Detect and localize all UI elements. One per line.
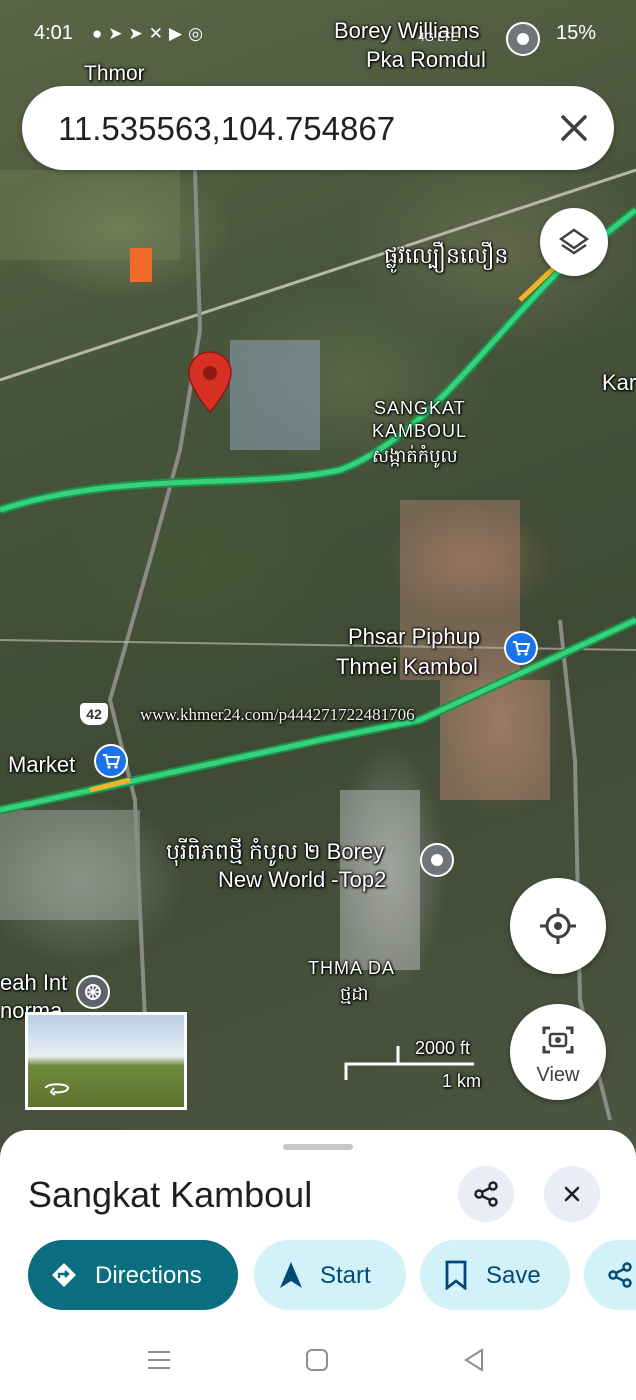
map-label-market: Market <box>8 752 76 777</box>
shopping-cart-icon[interactable] <box>94 744 128 778</box>
notification-icons: ●➤➤✕▶◎ <box>92 24 209 44</box>
telegram-icon: ➤ <box>108 24 129 43</box>
save-button[interactable]: Save <box>420 1240 570 1310</box>
shopping-cart-icon[interactable] <box>504 631 538 665</box>
map-label-thmei-kambol: Thmei Kambol <box>336 654 478 679</box>
directions-label: Directions <box>95 1262 202 1289</box>
youtube-icon: ▶ <box>169 24 189 43</box>
system-navigation-bar <box>0 1320 636 1400</box>
map-label-kamboul-khmer: សង្កាត់កំបូល <box>372 446 458 466</box>
view-button[interactable]: View <box>510 1004 606 1100</box>
scale-bar <box>344 1046 474 1080</box>
camera-scan-icon <box>542 1026 574 1054</box>
start-button[interactable]: Start <box>254 1240 406 1310</box>
battery-percent: 15% <box>556 22 597 44</box>
location-pin-icon[interactable] <box>186 350 234 414</box>
share-icon <box>608 1262 632 1288</box>
wheel-icon[interactable] <box>76 975 110 1009</box>
share-chip-button[interactable] <box>584 1240 636 1310</box>
map-label-eah-int: eah Int <box>0 970 68 995</box>
network-indicator: 4G LTE <box>418 30 459 44</box>
directions-icon <box>52 1263 76 1287</box>
status-time: 4:01 <box>34 22 73 44</box>
map-label-thma-da-khmer: ថ្មដា <box>340 984 369 1004</box>
share-button[interactable] <box>458 1166 514 1222</box>
map-label-expressway: ផ្លូវល្បឿនលឿន <box>384 243 509 268</box>
map-label-kamboul: KAMBOUL <box>372 421 468 441</box>
my-location-button[interactable] <box>510 878 606 974</box>
close-icon <box>564 1186 580 1202</box>
street-view-thumbnail[interactable] <box>25 1012 187 1110</box>
clear-search-button[interactable] <box>550 104 598 152</box>
watermark-text: www.khmer24.com/p444271722481706 <box>140 705 415 724</box>
crosshair-icon <box>540 908 576 944</box>
telegram-icon: ➤ <box>128 24 149 43</box>
start-label: Start <box>320 1262 371 1289</box>
view-button-label: View <box>536 1064 580 1086</box>
map-label-ka-partial: Kar <box>602 370 636 395</box>
map-label-borey-new-world: បុរីពិភពថ្មី កំបូល ២ Borey <box>166 839 385 864</box>
directions-button[interactable]: Directions <box>28 1240 238 1310</box>
back-icon[interactable] <box>462 1348 486 1372</box>
map-label-thma-da: THMA DA <box>308 958 396 978</box>
map-label-new-world-top2: New World -Top2 <box>218 867 387 892</box>
satellite-map[interactable]: Thmor Borey Williams Pka Romdul ផ្លូវល្ប… <box>0 0 636 1160</box>
bookmark-icon <box>445 1260 467 1290</box>
rotate-360-icon <box>45 1083 70 1096</box>
home-icon[interactable] <box>305 1348 329 1372</box>
route-42-shield: 42 <box>80 703 108 725</box>
close-icon <box>561 115 587 141</box>
save-label: Save <box>486 1262 541 1289</box>
layers-icon <box>558 228 590 255</box>
share-icon <box>474 1181 498 1207</box>
search-bar[interactable]: 11.535563,104.754867 <box>22 86 614 170</box>
place-title: Sangkat Kamboul <box>28 1174 313 1215</box>
wechat-icon: ● <box>92 24 109 43</box>
x-icon: ✕ <box>148 24 170 43</box>
map-label-sangkat: SANGKAT <box>374 398 466 418</box>
location-icon: ◎ <box>188 24 209 43</box>
map-label-phsar-piphup: Phsar Piphup <box>348 624 481 649</box>
search-query[interactable]: 11.535563,104.754867 <box>58 110 395 148</box>
close-sheet-button[interactable] <box>544 1166 600 1222</box>
map-label-thmor: Thmor <box>84 62 145 85</box>
layers-button[interactable] <box>540 208 608 276</box>
status-bar: 4:01 ●➤➤✕▶◎ 4G LTE 15% <box>0 0 636 64</box>
recent-apps-icon[interactable] <box>146 1348 172 1372</box>
navigation-arrow-icon <box>280 1262 302 1288</box>
drag-handle[interactable] <box>283 1144 353 1150</box>
place-marker-icon[interactable] <box>420 843 454 877</box>
